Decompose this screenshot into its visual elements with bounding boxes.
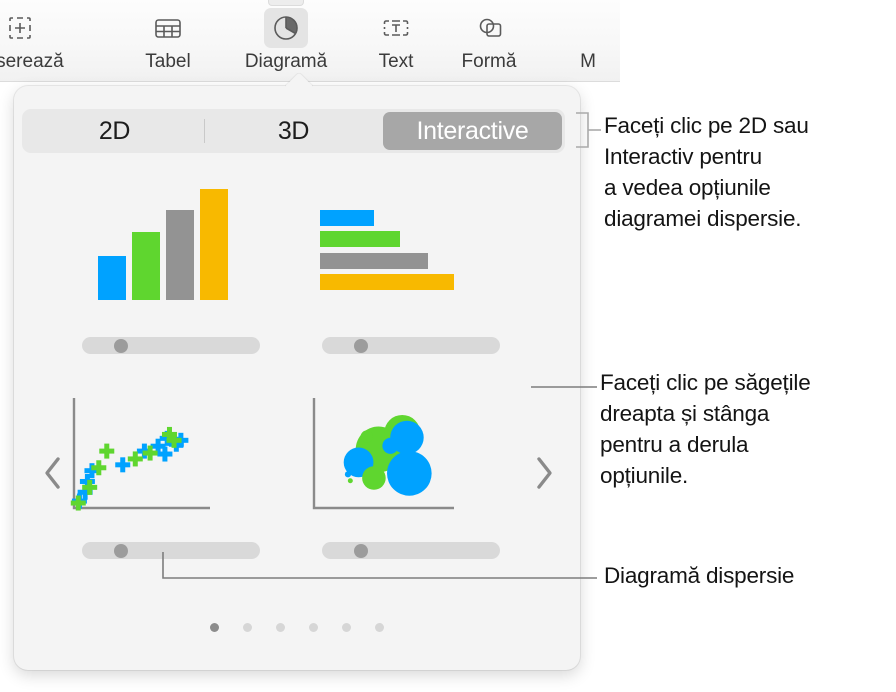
page-dot[interactable] [375,623,384,632]
bar-series-2 [132,232,160,300]
toolbar-item-media[interactable]: M [540,4,636,80]
text-box-icon [374,8,418,48]
toolbar-item-chart[interactable]: Diagramă [238,4,334,80]
app-toolbar: Inserează Tabel Diagramă [0,0,620,82]
toolbar-item-label: M [580,51,596,72]
chart-thumbnail-bar[interactable] [302,186,520,354]
toolbar-item-insert[interactable]: Inserează [0,4,70,80]
segment-interactive[interactable]: Interactive [383,112,562,150]
callout-scatter-chart: Diagramă dispersie [604,563,795,588]
page-dot[interactable] [309,623,318,632]
bar-series-4 [200,189,228,300]
page-dot[interactable] [243,623,252,632]
slider-knob[interactable] [354,338,368,353]
column-chart-preview [62,186,280,318]
page-dot[interactable] [342,623,351,632]
toolbar-item-label: Formă [461,51,517,72]
bar-series-3 [166,210,194,300]
toolbar-item-table[interactable]: Tabel [120,4,216,80]
callout-nav-arrows: Faceți clic pe săgețile dreapta și stâng… [600,370,811,488]
slider-knob[interactable] [354,543,368,558]
bar-chart-preview [302,186,520,318]
chevron-left-icon[interactable] [36,451,70,495]
toolbar-item-label: Inserează [0,51,64,72]
slider-knob[interactable] [114,338,128,353]
chart-thumbnail-bubble[interactable] [302,391,520,559]
popover-pointer [285,73,313,87]
chevron-right-icon[interactable] [527,451,561,495]
segment-3d[interactable]: 3D [204,112,383,150]
page-dots[interactable] [14,623,580,632]
media-icon [566,8,610,48]
bar-series-1 [320,210,374,226]
bar-series-3 [320,253,428,269]
callout-chart-type-tabs: Faceți clic pe 2D sau Interactiv pentru … [604,113,809,231]
scatter-svg [70,398,210,511]
shape-icon [467,8,511,48]
chart-pie-icon [264,8,308,48]
toolbar-item-label: Text [378,51,414,72]
bar-series-4 [320,274,454,290]
bubble-svg [312,398,454,510]
bar-series-1 [98,256,126,300]
insert-icon [0,8,44,48]
toolbar-item-label: Tabel [145,51,191,72]
segment-2d[interactable]: 2D [25,112,204,150]
chart-picker-popover: 2D 3D Interactive [14,86,580,670]
table-icon [146,8,190,48]
scatter-chart-preview [62,391,280,523]
thumbnail-slider[interactable] [322,337,500,354]
page-dot[interactable] [276,623,285,632]
chart-thumbnail-column[interactable] [62,186,280,354]
page-dot[interactable] [210,623,219,632]
chart-dimension-segmented-control[interactable]: 2D 3D Interactive [22,109,565,153]
thumbnail-slider[interactable] [82,542,260,559]
slider-knob[interactable] [114,543,128,558]
chart-thumbnail-scatter[interactable] [62,391,280,559]
bar-series-2 [320,231,400,247]
toolbar-item-text[interactable]: Text [348,4,444,80]
toolbar-item-label: Diagramă [244,51,328,72]
thumbnail-slider[interactable] [322,542,500,559]
thumbnail-slider[interactable] [82,337,260,354]
bubble-chart-preview [302,391,520,523]
screenshot-root: Inserează Tabel Diagramă [0,0,896,692]
toolbar-item-shape[interactable]: Formă [441,4,537,80]
